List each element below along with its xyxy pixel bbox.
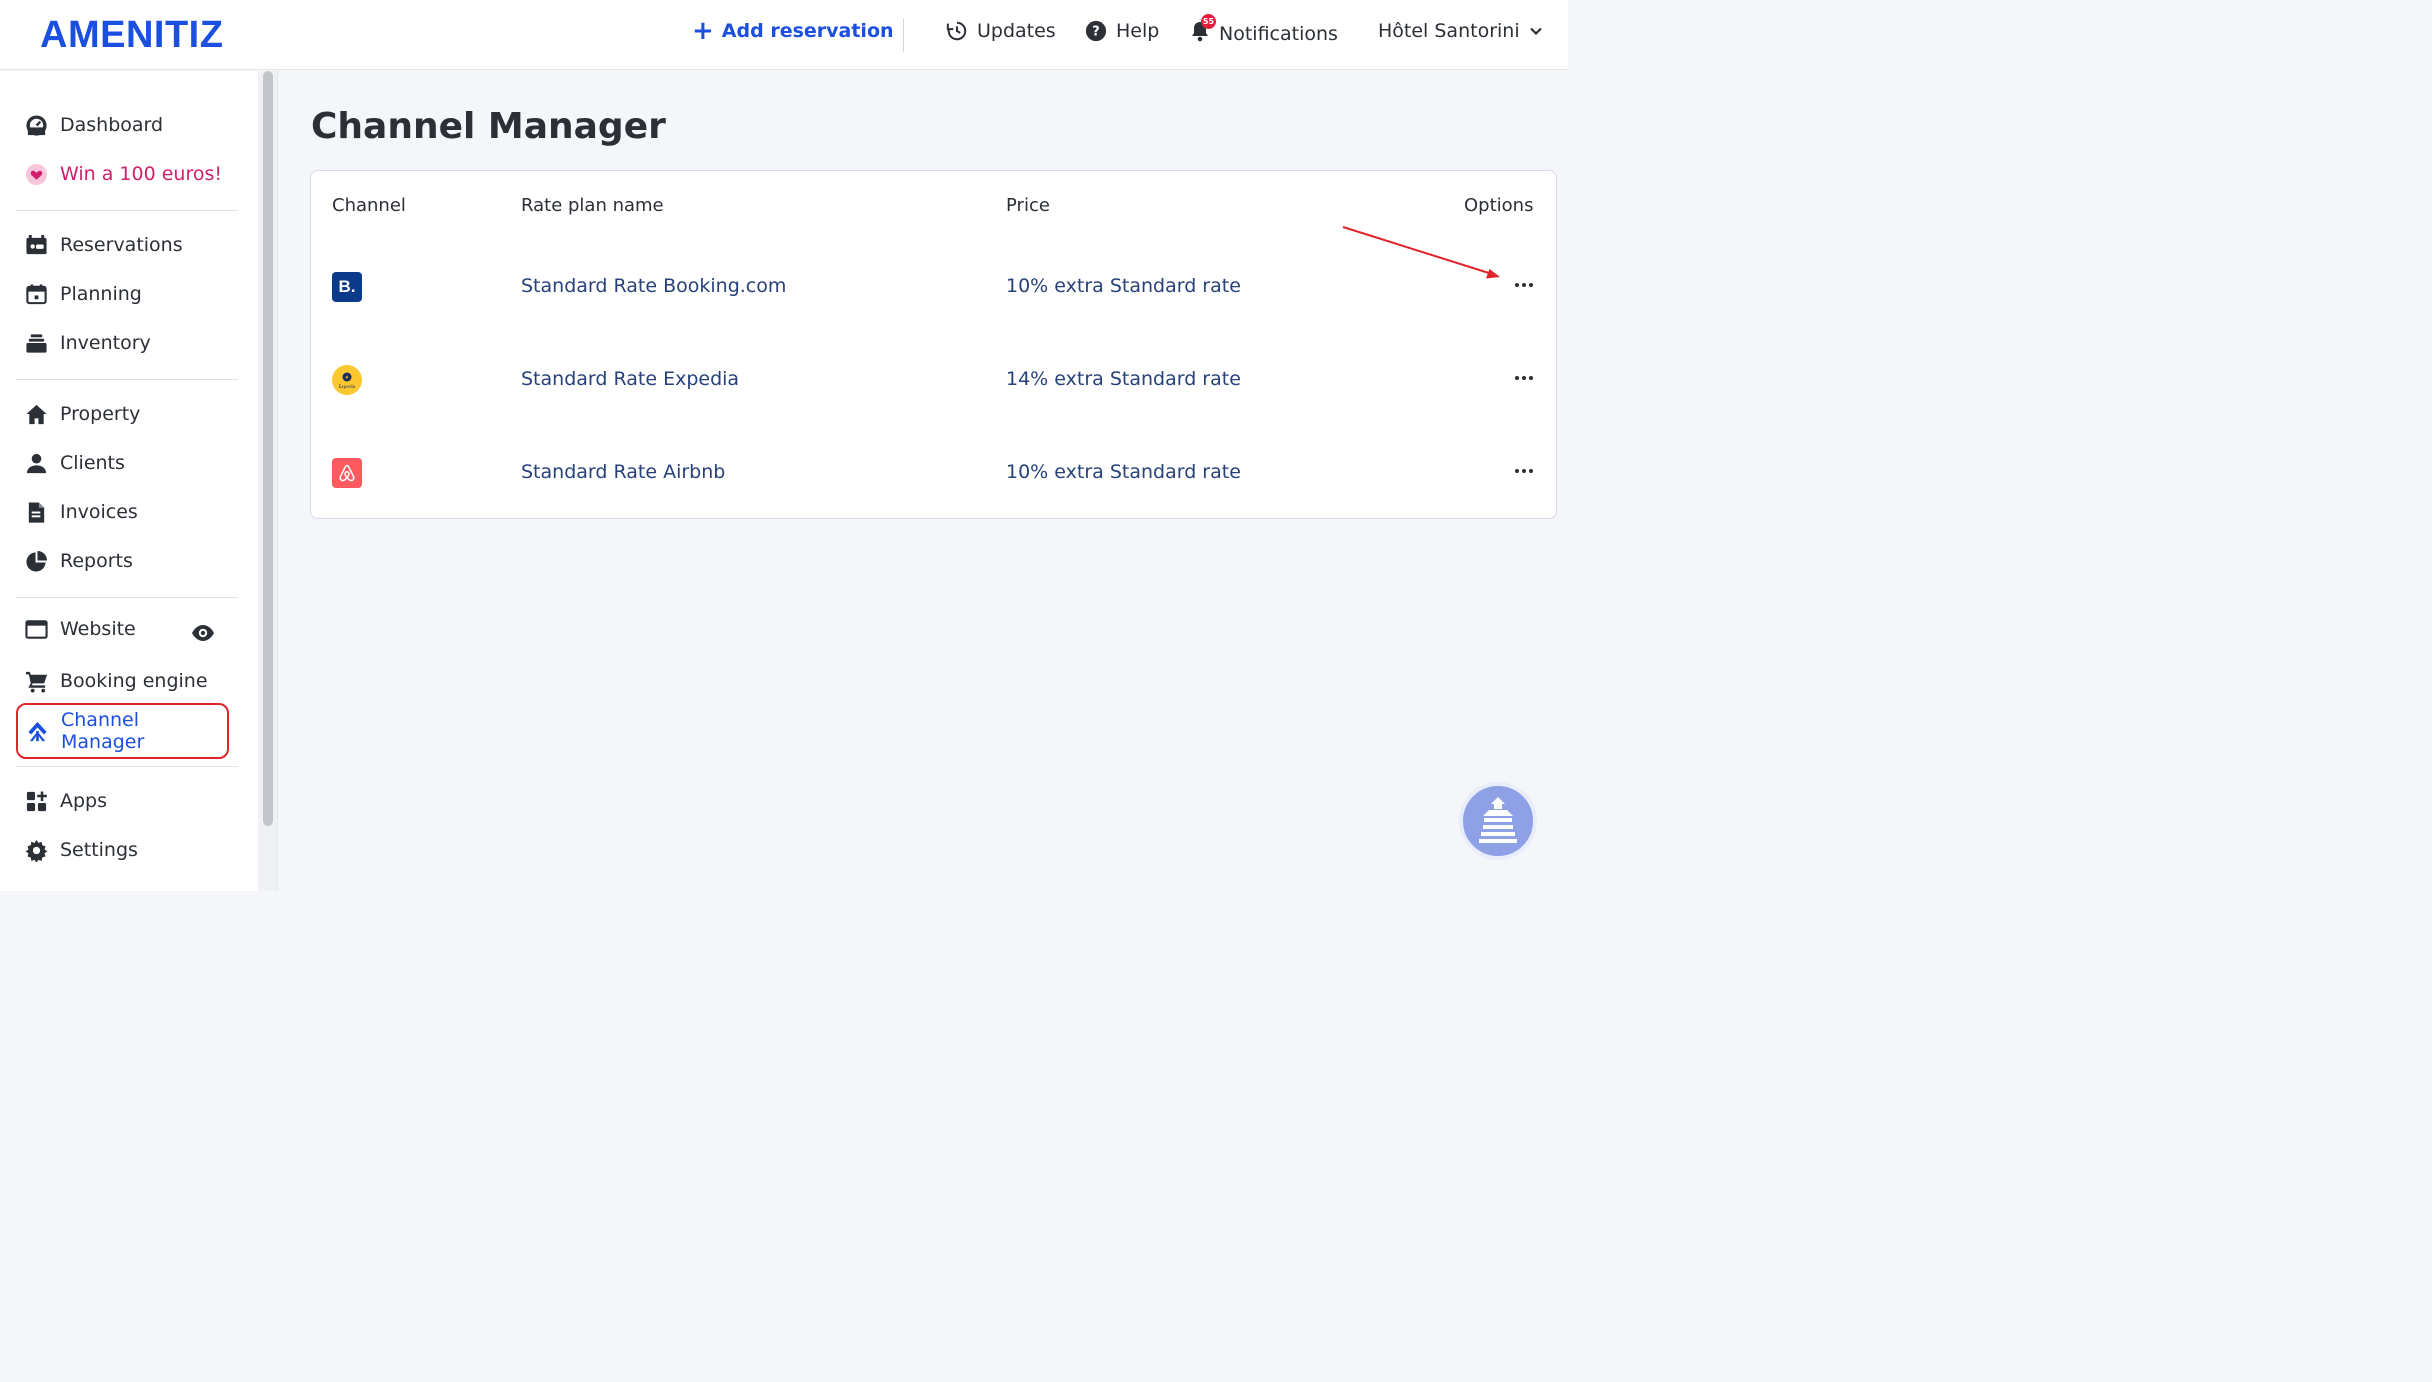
heart-icon [25, 163, 48, 185]
sidebar-item-label: Invoices [60, 501, 138, 523]
column-header-price: Price [1006, 195, 1050, 216]
airbnb-logo-mark [339, 464, 355, 482]
annotation-arrow [1342, 226, 1500, 279]
file-icon [28, 501, 45, 523]
sidebar-item-label: Settings [60, 839, 138, 861]
hotel-selector[interactable]: Hôtel Santorini [1378, 20, 1543, 42]
column-header-rate-plan: Rate plan name [521, 195, 664, 216]
sidebar-item-reports[interactable]: Reports [16, 540, 238, 582]
sidebar-item-dashboard[interactable]: Dashboard [16, 104, 238, 146]
sidebar-item-label: Reservations [60, 234, 183, 256]
sidebar-item-promo[interactable]: Win a 100 euros! [16, 153, 238, 195]
pie-chart-icon [26, 550, 48, 572]
updates-label: Updates [977, 20, 1056, 42]
sidebar-item-clients[interactable]: Clients [16, 442, 238, 484]
sidebar-item-label: Property [60, 403, 141, 425]
sidebar-item-invoices[interactable]: Invoices [16, 491, 238, 533]
calendar-icon [26, 283, 47, 304]
svg-text:?: ? [1092, 25, 1099, 40]
booking-com-logo: B. [332, 272, 362, 302]
browser-icon [25, 619, 48, 639]
expedia-logo-mark: Expedia [339, 372, 356, 389]
app-logo[interactable]: AMENITIZ [40, 14, 223, 57]
booking-com-logo-text: B. [338, 277, 356, 296]
sidebar-item-booking-engine[interactable]: Booking engine [16, 660, 238, 702]
price-link[interactable]: 10% extra Standard rate [1006, 461, 1241, 483]
column-header-channel: Channel [332, 195, 406, 216]
question-circle-icon: ? [1085, 20, 1107, 42]
hotel-name: Hôtel Santorini [1378, 20, 1520, 42]
updates-button[interactable]: Updates [946, 20, 1056, 42]
cart-icon [25, 671, 48, 693]
sidebar-item-reservations[interactable]: Reservations [16, 224, 238, 266]
sidebar-item-channel-manager[interactable]: Channel Manager [16, 703, 229, 759]
add-reservation-button[interactable]: + Add reservation [692, 16, 894, 46]
sidebar-item-apps[interactable]: Apps [16, 780, 238, 822]
sidebar-item-label: Booking engine [60, 670, 208, 692]
rate-plan-link[interactable]: Standard Rate Airbnb [521, 461, 725, 483]
sidebar-item-label: Website [60, 618, 136, 640]
rate-plan-link[interactable]: Standard Rate Booking.com [521, 275, 786, 297]
sidebar-divider [16, 210, 238, 211]
sidebar-item-settings[interactable]: Settings [16, 829, 238, 871]
users-icon [26, 453, 47, 473]
gear-icon [25, 839, 48, 862]
expedia-logo: Expedia [332, 365, 362, 395]
table-row: Standard Rate Airbnb 10% extra Standard … [311, 443, 1558, 503]
expedia-logo-text: Expedia [339, 384, 356, 389]
chevron-down-icon [1529, 27, 1542, 36]
history-icon [946, 21, 967, 41]
sidebar-item-property[interactable]: Property [16, 393, 238, 435]
sidebar-item-planning[interactable]: Planning [16, 273, 238, 315]
sidebar-divider [16, 597, 238, 598]
sidebar-scroll-thumb[interactable] [263, 71, 273, 826]
help-chat-widget[interactable] [1459, 782, 1537, 860]
sidebar-item-label: Win a 100 euros! [60, 163, 222, 185]
row-options-button[interactable] [1510, 271, 1538, 299]
page-title: Channel Manager [311, 106, 666, 147]
sidebar-item-label: Apps [60, 790, 108, 812]
notifications-label: Notifications [1219, 22, 1338, 45]
table-row: Expedia Standard Rate Expedia 14% extra … [311, 350, 1558, 410]
rate-plan-link[interactable]: Standard Rate Expedia [521, 368, 739, 390]
price-link[interactable]: 10% extra Standard rate [1006, 275, 1241, 297]
column-header-options: Options [1464, 195, 1534, 216]
gauge-icon [26, 114, 47, 136]
lighthouse-icon [1479, 797, 1517, 843]
help-label: Help [1116, 20, 1160, 42]
sidebar-divider [16, 379, 238, 380]
plus-icon: + [692, 16, 714, 46]
stack-icon [26, 333, 47, 353]
add-reservation-label: Add reservation [721, 20, 894, 42]
airbnb-logo [332, 458, 362, 488]
notifications-button[interactable]: 55 Notifications [1190, 14, 1338, 47]
sidebar-item-label: Clients [60, 452, 125, 474]
home-icon [26, 404, 47, 424]
sidebar-item-label: Dashboard [60, 114, 164, 136]
bell-icon: 55 [1190, 14, 1216, 47]
notification-count-badge: 55 [1201, 14, 1216, 29]
apps-icon [26, 790, 47, 811]
channel-icon [28, 721, 47, 741]
row-options-button[interactable] [1510, 364, 1538, 392]
row-options-button[interactable] [1510, 457, 1538, 485]
sidebar-item-label: Planning [60, 283, 142, 305]
header-divider [903, 18, 904, 52]
sidebar-divider [16, 766, 238, 767]
help-button[interactable]: ? Help [1085, 20, 1159, 42]
price-link[interactable]: 14% extra Standard rate [1006, 368, 1241, 390]
calendar-bed-icon [26, 234, 47, 254]
sidebar-item-inventory[interactable]: Inventory [16, 322, 238, 364]
eye-icon[interactable] [191, 622, 215, 644]
sidebar-item-label: Reports [60, 550, 133, 572]
sidebar-item-label: Channel Manager [61, 709, 145, 753]
sidebar-item-label: Inventory [60, 332, 151, 354]
top-bar: AMENITIZ + Add reservation Updates ? Hel… [0, 0, 1568, 70]
